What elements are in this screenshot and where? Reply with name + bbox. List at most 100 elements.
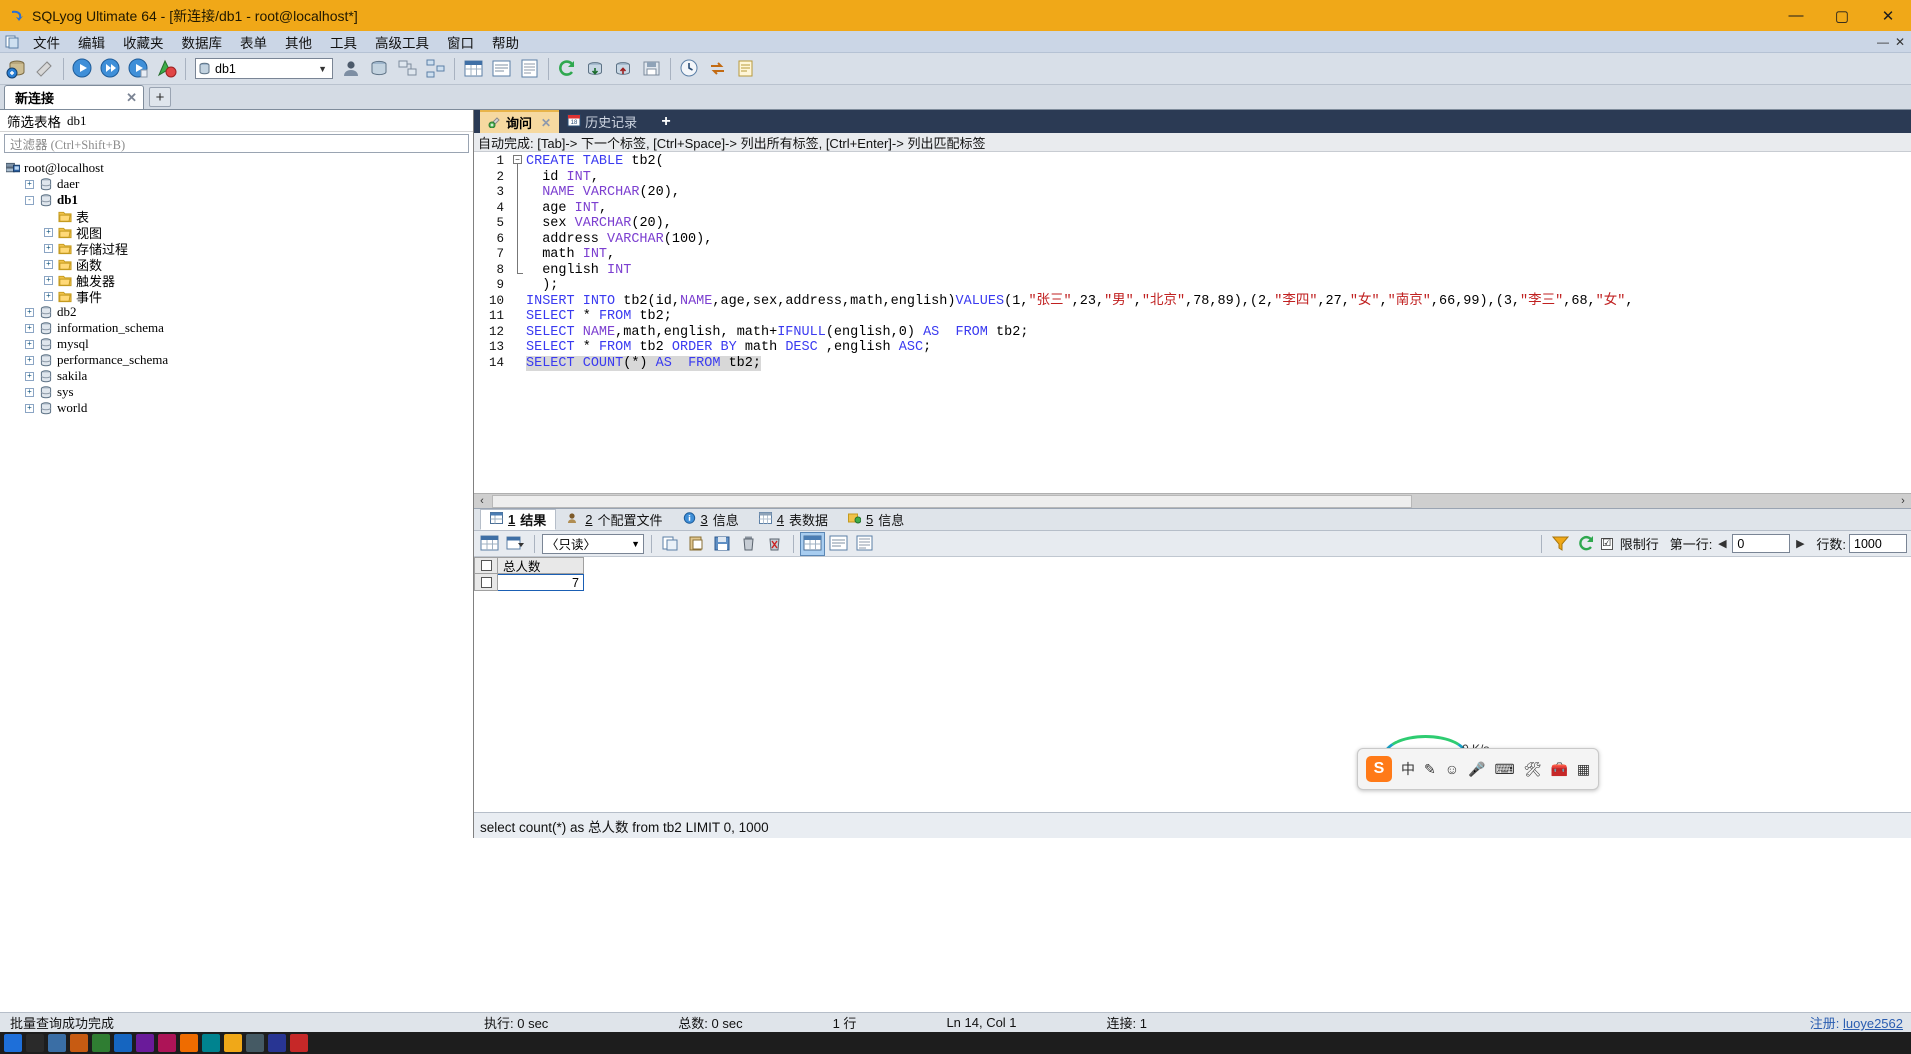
smiley-icon[interactable]: ☺	[1445, 761, 1459, 777]
menu-help[interactable]: 帮助	[483, 30, 528, 54]
query-builder-icon[interactable]	[394, 55, 421, 82]
menu-advanced-tools[interactable]: 高级工具	[366, 30, 438, 54]
expand-icon[interactable]: +	[44, 275, 53, 285]
copy-row-icon[interactable]	[659, 533, 682, 555]
minimize-button[interactable]: —	[1773, 0, 1819, 31]
mdi-minimize-button[interactable]: —	[1877, 35, 1889, 49]
tree-node-performance_schema[interactable]: + performance_schema	[0, 352, 473, 368]
ime-mode-label[interactable]: 中	[1401, 759, 1415, 779]
tab-history[interactable]: 18 历史记录	[559, 110, 645, 133]
sql-line[interactable]: id INT,	[526, 170, 1911, 186]
save-changes-icon[interactable]	[711, 533, 734, 555]
view-grid-icon[interactable]	[800, 531, 825, 556]
tree-node-sys[interactable]: + sys	[0, 384, 473, 400]
backup-icon[interactable]	[638, 55, 665, 82]
tree-node-存储过程[interactable]: + 存储过程	[0, 240, 473, 257]
cell-0-0[interactable]: 7	[498, 574, 584, 591]
fold-toggle-icon[interactable]: −	[513, 155, 522, 164]
close-button[interactable]: ✕	[1865, 0, 1911, 31]
sql-line[interactable]: english INT	[526, 263, 1911, 279]
sql-line[interactable]: age INT,	[526, 201, 1911, 217]
expand-icon[interactable]: +	[25, 339, 34, 349]
results-tab-2[interactable]: 2 个配置文件	[558, 509, 671, 530]
taskbar-app1-icon[interactable]	[70, 1034, 88, 1052]
tree-node-sakila[interactable]: + sakila	[0, 368, 473, 384]
taskbar-app5-icon[interactable]	[158, 1034, 176, 1052]
tree-node-视图[interactable]: + 视图	[0, 224, 473, 241]
close-icon[interactable]: ✕	[541, 116, 551, 130]
new-connection-icon[interactable]	[3, 55, 30, 82]
sql-line[interactable]: address VARCHAR(100),	[526, 232, 1911, 248]
mdi-close-button[interactable]: ✕	[1895, 35, 1905, 49]
row-selector-cell[interactable]	[474, 574, 498, 591]
maximize-button[interactable]: ▢	[1819, 0, 1865, 31]
select-all-cell[interactable]	[474, 557, 498, 574]
taskbar-app7-icon[interactable]	[202, 1034, 220, 1052]
discard-changes-icon[interactable]	[763, 533, 786, 555]
refresh-results-icon[interactable]	[1575, 533, 1598, 555]
tools-icon[interactable]: 🛠	[1524, 761, 1542, 778]
tree-node-daer[interactable]: + daer	[0, 176, 473, 192]
expand-icon[interactable]: +	[25, 307, 34, 317]
tree-node-函数[interactable]: + 函数	[0, 256, 473, 273]
tree-node-information_schema[interactable]: + information_schema	[0, 320, 473, 336]
notes-icon[interactable]	[732, 55, 759, 82]
row-count-input[interactable]: 1000	[1849, 534, 1907, 553]
view-form-icon[interactable]	[827, 533, 850, 555]
taskbar-sqlyog-icon[interactable]	[224, 1034, 242, 1052]
expand-icon[interactable]: +	[44, 259, 53, 269]
sql-line[interactable]: NAME VARCHAR(20),	[526, 185, 1911, 201]
execute-all-queries-icon[interactable]	[97, 55, 124, 82]
expand-icon[interactable]: +	[25, 179, 34, 189]
menu-edit[interactable]: 编辑	[69, 30, 114, 54]
filter-icon[interactable]	[1549, 533, 1572, 555]
readonly-mode-combo[interactable]: 〈只读〉 ▼	[542, 533, 644, 554]
results-tab-3[interactable]: 3 信息	[674, 509, 748, 530]
taskbar-app10-icon[interactable]	[290, 1034, 308, 1052]
sync-icon[interactable]	[704, 55, 731, 82]
menu-tools[interactable]: 工具	[321, 30, 366, 54]
taskbar-app9-icon[interactable]	[268, 1034, 286, 1052]
expand-icon[interactable]: +	[44, 227, 53, 237]
scroll-left-icon[interactable]: ‹	[474, 495, 490, 507]
taskbar-app4-icon[interactable]	[136, 1034, 154, 1052]
pencil-icon[interactable]: ✎	[1424, 761, 1436, 778]
results-tab-4[interactable]: 4 表数据	[750, 509, 837, 530]
sql-line[interactable]: sex VARCHAR(20),	[526, 216, 1911, 232]
connection-tab-new[interactable]: 新连接 ✕	[4, 85, 144, 109]
expand-icon[interactable]: +	[25, 355, 34, 365]
filter-input[interactable]: 过滤器 (Ctrl+Shift+B)	[4, 134, 469, 153]
sogou-logo-icon[interactable]: S	[1366, 756, 1392, 782]
menu-database[interactable]: 数据库	[173, 30, 232, 54]
text-view-icon[interactable]	[516, 55, 543, 82]
sql-editor[interactable]: 1 2 3 4 5 6 7 8 9 10 11 12 13 14 − CREATE TABLE tb2( …	[474, 152, 1911, 493]
refresh-object-icon[interactable]	[31, 55, 58, 82]
taskbar-start-icon[interactable]	[4, 1034, 22, 1052]
menu-favorites[interactable]: 收藏夹	[114, 30, 173, 54]
add-query-tab-button[interactable]: +	[655, 110, 677, 133]
tab-query[interactable]: 询问 ✕	[480, 110, 560, 133]
sql-line[interactable]: );	[526, 278, 1911, 294]
sql-code-area[interactable]: CREATE TABLE tb2( id INT, NAME VARCHAR(2…	[526, 152, 1911, 493]
tree-node-触发器[interactable]: + 触发器	[0, 272, 473, 289]
grid-options-icon[interactable]	[504, 533, 527, 555]
taskbar-search-icon[interactable]	[26, 1034, 44, 1052]
schema-designer-icon[interactable]	[422, 55, 449, 82]
results-grid[interactable]: 总人数 7	[474, 557, 1911, 812]
expand-icon[interactable]: +	[44, 291, 53, 301]
row-checkbox[interactable]	[480, 576, 492, 588]
tree-node-world[interactable]: + world	[0, 400, 473, 416]
first-row-input[interactable]: 0	[1732, 534, 1791, 553]
expand-icon[interactable]: +	[25, 403, 34, 413]
limit-rows-checkbox[interactable]: ☑	[1600, 537, 1613, 550]
expand-icon[interactable]: +	[44, 243, 53, 253]
taskbar-app3-icon[interactable]	[114, 1034, 132, 1052]
tree-node-mysql[interactable]: + mysql	[0, 336, 473, 352]
add-connection-tab-button[interactable]: +	[149, 87, 171, 107]
results-tab-1[interactable]: 1 结果	[480, 509, 557, 530]
code-fold-column[interactable]: −	[510, 152, 526, 493]
scroll-thumb[interactable]	[492, 494, 1412, 508]
mic-icon[interactable]: 🎤	[1468, 761, 1485, 778]
status-register-user[interactable]: luoye2562	[1843, 1016, 1903, 1031]
sql-line[interactable]: SELECT NAME,math,english, math+IFNULL(en…	[526, 325, 1911, 341]
